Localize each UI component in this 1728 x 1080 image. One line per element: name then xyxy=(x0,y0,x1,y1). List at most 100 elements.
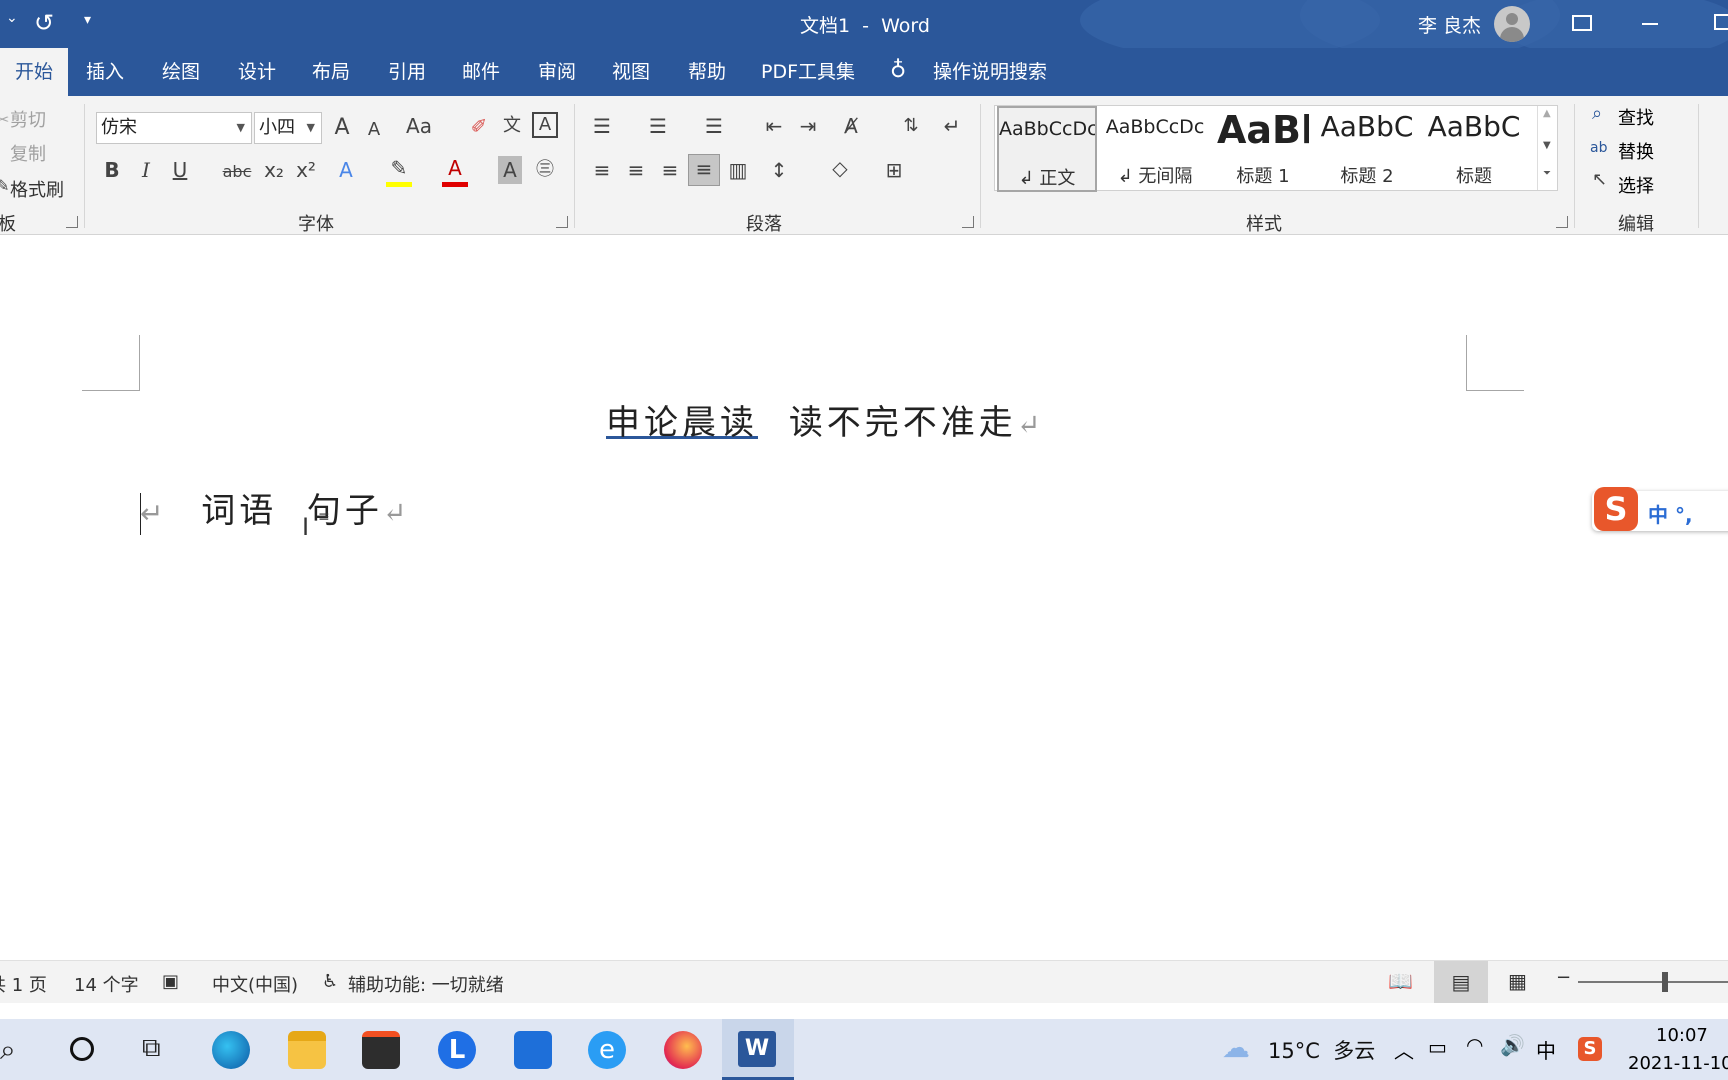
ribbon-display-icon[interactable] xyxy=(1572,15,1592,31)
line-spacing-icon[interactable]: ↕ xyxy=(764,156,794,184)
zoom-slider-thumb[interactable] xyxy=(1662,972,1668,992)
change-case-icon[interactable]: Aa xyxy=(402,112,436,140)
highlight-icon[interactable]: ✎ xyxy=(386,154,412,187)
select-button[interactable]: 选择 xyxy=(1618,172,1654,198)
cut-icon[interactable]: ✂ xyxy=(0,106,9,134)
clock-date[interactable]: 2021-11-10 xyxy=(1628,1053,1728,1074)
maximize-icon[interactable] xyxy=(1714,14,1728,30)
copy-button[interactable]: 复制 xyxy=(10,140,46,166)
tab-references[interactable]: 引用 xyxy=(384,48,430,96)
styles-launcher-icon[interactable] xyxy=(1556,216,1568,228)
strikethrough-button[interactable]: abc xyxy=(222,158,252,186)
show-marks-icon[interactable]: ↵ xyxy=(938,112,966,140)
style-no-spacing[interactable]: AaBbCcDc ↲ 无间隔 xyxy=(1103,106,1207,192)
zoom-out-icon[interactable]: − xyxy=(1556,967,1571,988)
align-left-icon[interactable]: ≡ xyxy=(588,156,616,184)
proofing-icon[interactable]: ▣ xyxy=(162,971,179,992)
clear-format-icon[interactable]: ✐ xyxy=(466,112,492,140)
user-name[interactable]: 李 良杰 xyxy=(1418,11,1481,38)
superscript-button[interactable]: x² xyxy=(292,156,320,184)
underline-button[interactable]: U xyxy=(168,156,192,184)
font-color-icon[interactable]: A xyxy=(442,154,468,187)
find-button[interactable]: 查找 xyxy=(1618,104,1654,130)
font-size-select[interactable]: 小四 ▼ xyxy=(254,112,322,144)
decrease-indent-icon[interactable]: ⇤ xyxy=(760,112,788,140)
enclose-char-icon[interactable]: ㊂ xyxy=(532,156,558,184)
file-explorer-icon[interactable] xyxy=(288,1031,326,1069)
gallery-scrollbar[interactable]: ▲ ▼ ⏷ xyxy=(1537,106,1557,190)
scroll-up-icon[interactable]: ▲ xyxy=(1543,108,1551,119)
accessibility-status[interactable]: 辅助功能: 一切就绪 xyxy=(348,971,504,997)
cut-button[interactable]: 剪切 xyxy=(10,106,46,132)
tab-design[interactable]: 设计 xyxy=(234,48,280,96)
bold-button[interactable]: B xyxy=(100,156,124,184)
italic-button[interactable]: I xyxy=(134,156,158,184)
read-mode-icon[interactable]: 📖 xyxy=(1388,969,1413,993)
store-icon[interactable] xyxy=(362,1031,400,1069)
tab-help[interactable]: 帮助 xyxy=(684,48,730,96)
distributed-icon[interactable]: ▥ xyxy=(724,156,752,184)
document-area[interactable]: 申论晨读 读不完不准走↵ 词语 句子↵ ↵ I ≡ S 中 °, xyxy=(0,235,1728,960)
ime-indicator[interactable]: 中 xyxy=(1536,1035,1556,1064)
shading-icon[interactable]: ◇ xyxy=(826,154,854,182)
style-heading-2[interactable]: AaBbC 标题 2 xyxy=(1319,106,1415,192)
increase-indent-icon[interactable]: ⇥ xyxy=(794,112,822,140)
tab-pdf-tools[interactable]: PDF工具集 xyxy=(758,48,858,96)
minimize-icon[interactable] xyxy=(1642,23,1658,25)
scroll-down-icon[interactable]: ▼ xyxy=(1543,140,1551,151)
document-title-line[interactable]: 申论晨读 读不完不准走↵ xyxy=(606,395,1044,444)
paragraph-launcher-icon[interactable] xyxy=(962,216,974,228)
ie-browser-icon[interactable]: e xyxy=(588,1031,626,1069)
language[interactable]: 中文(中国) xyxy=(212,971,298,997)
document-line-2[interactable]: 词语 句子↵ xyxy=(142,443,410,572)
mail-icon[interactable] xyxy=(514,1031,552,1069)
justify-icon[interactable]: ≡ xyxy=(688,154,720,186)
task-view-icon[interactable]: ⧉ xyxy=(142,1033,161,1064)
multilevel-list-icon[interactable]: ☰ xyxy=(700,112,728,140)
font-launcher-icon[interactable] xyxy=(556,216,568,228)
phonetic-guide-icon[interactable]: 文 xyxy=(498,112,526,140)
tab-insert[interactable]: 插入 xyxy=(80,48,130,96)
word-taskbar-button[interactable]: W xyxy=(722,1019,794,1080)
tab-draw[interactable]: 绘图 xyxy=(158,48,204,96)
text-effects-icon[interactable]: A xyxy=(334,156,358,184)
volume-icon[interactable]: 🔊 xyxy=(1500,1033,1525,1057)
bullets-icon[interactable]: ☰ xyxy=(588,112,616,140)
style-heading-1[interactable]: AaBl 标题 1 xyxy=(1217,106,1309,192)
redo-icon[interactable]: ↺ xyxy=(34,9,54,37)
page-count[interactable]: 共 1 页 xyxy=(0,971,47,997)
chevron-up-icon[interactable]: ︿ xyxy=(1394,1035,1414,1064)
zoom-slider[interactable] xyxy=(1578,972,1728,992)
l-app-icon[interactable]: L xyxy=(438,1031,476,1069)
align-center-icon[interactable]: ≡ xyxy=(622,156,650,184)
clock-time[interactable]: 10:07 xyxy=(1656,1025,1708,1046)
battery-icon[interactable]: ▭ xyxy=(1428,1035,1447,1059)
tab-mailings[interactable]: 邮件 xyxy=(458,48,504,96)
char-border-icon[interactable]: A xyxy=(532,112,558,138)
sogou-tray-icon[interactable]: S xyxy=(1578,1037,1602,1061)
shrink-font-icon[interactable]: A xyxy=(362,116,386,144)
qat-dropdown-icon[interactable]: ⌄ xyxy=(6,10,18,26)
font-name-select[interactable]: 仿宋 ▼ xyxy=(96,112,252,144)
word-count[interactable]: 14 个字 xyxy=(74,971,139,997)
customize-qat-icon[interactable]: ▾ xyxy=(84,12,91,28)
char-shading-icon[interactable]: A xyxy=(498,156,522,184)
align-right-icon[interactable]: ≡ xyxy=(656,156,684,184)
weather-text[interactable]: 15°C 多云 xyxy=(1268,1035,1375,1065)
format-painter-button[interactable]: 格式刷 xyxy=(10,176,64,202)
tab-layout[interactable]: 布局 xyxy=(308,48,354,96)
numbering-icon[interactable]: ☰ xyxy=(644,112,672,140)
gallery-more-icon[interactable]: ⏷ xyxy=(1543,168,1551,179)
tab-review[interactable]: 审阅 xyxy=(534,48,580,96)
clipboard-launcher-icon[interactable] xyxy=(66,216,78,228)
style-normal[interactable]: AaBbCcDc ↲ 正文 xyxy=(997,106,1097,192)
cortana-icon[interactable] xyxy=(70,1037,94,1061)
tab-home[interactable]: 开始 xyxy=(0,48,68,96)
sort-icon[interactable]: ⇅ xyxy=(898,112,924,140)
ime-toolbar[interactable]: S 中 °, xyxy=(1592,487,1728,531)
replace-button[interactable]: 替换 xyxy=(1618,138,1654,164)
tell-me-search[interactable]: 操作说明搜索 xyxy=(930,48,1050,96)
grow-font-icon[interactable]: A xyxy=(330,114,354,142)
wifi-icon[interactable]: ◠ xyxy=(1466,1033,1483,1057)
edge-icon[interactable] xyxy=(212,1031,250,1069)
